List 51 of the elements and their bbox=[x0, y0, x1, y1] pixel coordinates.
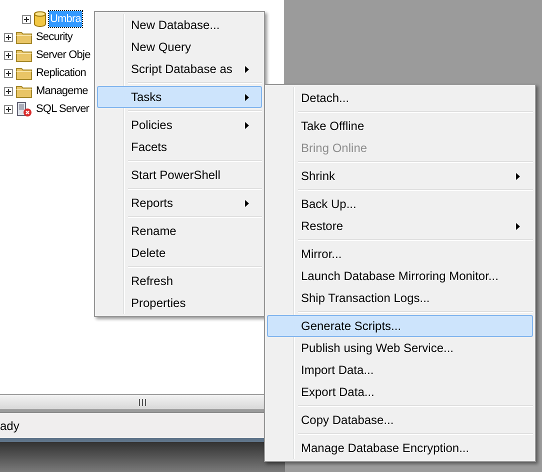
folder-icon bbox=[16, 48, 32, 62]
menu-item[interactable]: Refresh bbox=[97, 270, 262, 292]
server-agent-icon bbox=[16, 101, 32, 117]
folder-icon bbox=[16, 84, 32, 98]
menu-item[interactable]: Restore bbox=[267, 215, 533, 237]
expand-icon[interactable] bbox=[4, 50, 13, 60]
menu-item[interactable]: Start PowerShell bbox=[97, 164, 262, 186]
menu-item[interactable]: Back Up... bbox=[267, 193, 533, 215]
menu-item[interactable]: Take Offline bbox=[267, 115, 533, 137]
database-icon bbox=[34, 11, 46, 27]
menu-item[interactable]: Import Data... bbox=[267, 359, 533, 381]
menu-item[interactable]: Rename bbox=[97, 220, 262, 242]
menu-item[interactable]: Reports bbox=[97, 192, 262, 214]
submenu-arrow-icon bbox=[245, 200, 249, 206]
menu-item[interactable]: Detach... bbox=[267, 87, 533, 109]
submenu-arrow-icon bbox=[516, 222, 520, 230]
menu-item[interactable]: Tasks bbox=[97, 86, 262, 108]
menu-item[interactable]: Publish using Web Service... bbox=[267, 337, 533, 359]
expand-icon[interactable] bbox=[4, 104, 13, 114]
status-text: ady bbox=[0, 418, 20, 434]
submenu-arrow-icon bbox=[245, 66, 249, 72]
menu-item[interactable]: Launch Database Mirroring Monitor... bbox=[267, 265, 533, 287]
folder-icon bbox=[16, 30, 32, 44]
menu-item[interactable]: Export Data... bbox=[267, 381, 533, 403]
menu-item[interactable]: New Query bbox=[97, 36, 262, 58]
tree-item[interactable]: Security bbox=[35, 29, 74, 45]
submenu-arrow-icon bbox=[245, 94, 249, 100]
menu-item[interactable]: Copy Database... bbox=[267, 409, 533, 431]
expand-icon[interactable] bbox=[22, 14, 31, 24]
menu-item[interactable]: Generate Scripts... bbox=[267, 315, 533, 337]
tree-item[interactable]: Manageme bbox=[35, 83, 89, 99]
folder-icon bbox=[16, 66, 32, 80]
expand-icon[interactable] bbox=[4, 86, 13, 96]
menu-item[interactable]: Ship Transaction Logs... bbox=[267, 287, 533, 309]
submenu-arrow-icon bbox=[245, 122, 249, 128]
menu-item[interactable]: Delete bbox=[97, 242, 262, 264]
tree-item[interactable]: SQL Server bbox=[35, 101, 90, 117]
menu-item[interactable]: Facets bbox=[97, 136, 262, 158]
menu-item[interactable]: Mirror... bbox=[267, 243, 533, 265]
menu-item[interactable]: Properties bbox=[97, 292, 262, 314]
expand-icon[interactable] bbox=[4, 32, 13, 42]
grip-icon bbox=[139, 398, 146, 406]
expand-icon[interactable] bbox=[4, 68, 13, 78]
menu-item[interactable]: Manage Database Encryption... bbox=[267, 437, 533, 459]
menu-item[interactable]: Shrink bbox=[267, 165, 533, 187]
menu-item[interactable]: Script Database as bbox=[97, 58, 262, 80]
menu-item[interactable]: New Database... bbox=[97, 14, 262, 36]
tree-item[interactable]: Server Obje bbox=[35, 47, 92, 63]
menu-item[interactable]: Policies bbox=[97, 114, 262, 136]
tree-item[interactable]: Replication bbox=[35, 65, 88, 81]
submenu-arrow-icon bbox=[516, 172, 520, 180]
